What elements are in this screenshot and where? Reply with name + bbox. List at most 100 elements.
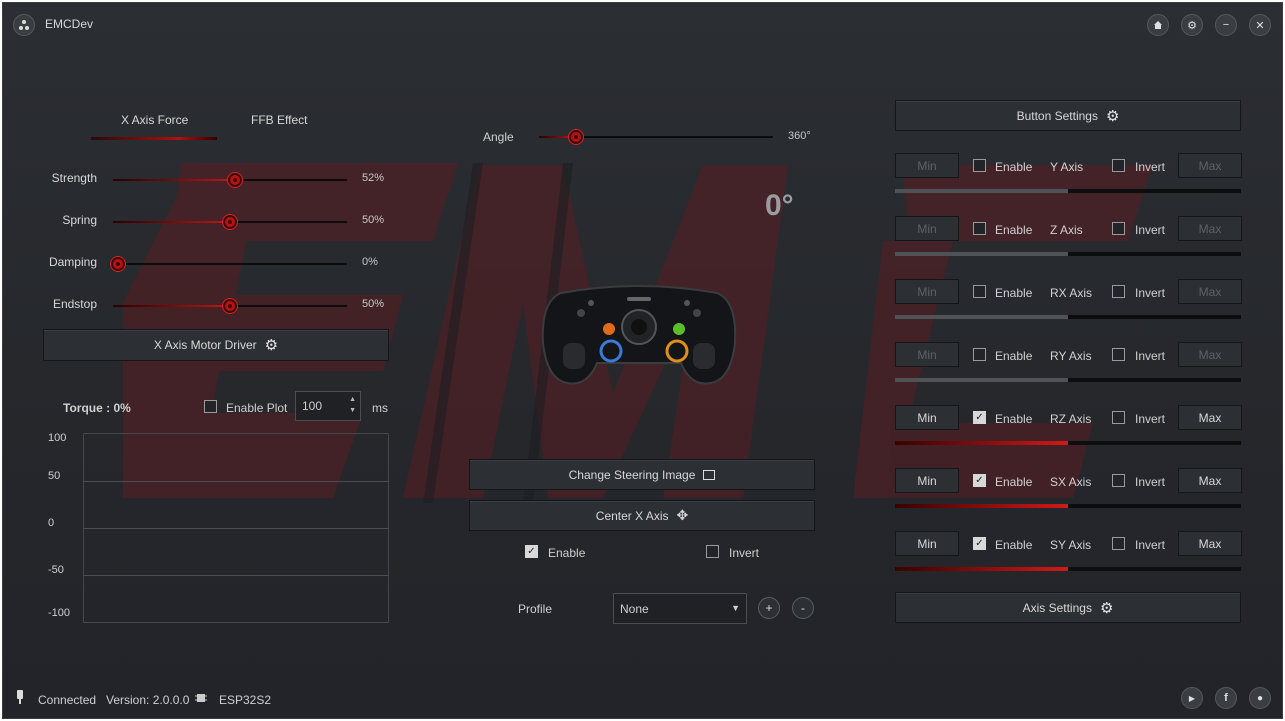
enable-plot-checkbox[interactable] — [204, 400, 217, 413]
center-x-axis-label: Center X Axis — [595, 508, 669, 523]
sy-axis-min-button[interactable]: Min — [895, 531, 959, 556]
rz-axis-min-button[interactable]: Min — [895, 405, 959, 430]
change-steering-image-button[interactable]: Change Steering Image — [469, 459, 815, 490]
rx-axis-invert-label: Invert — [1135, 286, 1166, 300]
minimize-button[interactable]: − — [1215, 14, 1237, 36]
sx-axis-enable-checkbox[interactable]: ✓ — [973, 474, 986, 487]
rx-axis-enable-label: Enable — [995, 286, 1033, 300]
home-button[interactable] — [1147, 14, 1169, 36]
rx-axis-level-fill — [895, 315, 1068, 319]
rx-axis-max-button[interactable]: Max — [1178, 279, 1242, 304]
slider-value-endstop: 50% — [362, 298, 385, 310]
steering-invert-checkbox[interactable] — [706, 545, 719, 558]
slider-knob[interactable] — [227, 173, 242, 187]
close-icon: ✕ — [1255, 19, 1265, 32]
rx-axis-min-button[interactable]: Min — [895, 279, 959, 304]
slider-damping[interactable] — [111, 257, 347, 271]
rz-axis-name: RZ Axis — [1050, 412, 1092, 426]
center-x-axis-button[interactable]: Center X Axis ✥ — [469, 500, 815, 531]
close-button[interactable]: ✕ — [1249, 14, 1271, 36]
window-title: EMCDev — [45, 17, 94, 31]
home-icon — [1154, 21, 1162, 29]
angle-label: Angle — [483, 130, 514, 144]
ry-axis-level-fill — [895, 378, 1068, 382]
ry-axis-enable-checkbox[interactable] — [973, 348, 986, 361]
settings-button[interactable]: ⚙ — [1181, 14, 1203, 36]
angle-slider-knob[interactable] — [569, 130, 584, 144]
z-axis-max-button[interactable]: Max — [1178, 216, 1242, 241]
z-axis-level-fill — [895, 252, 1068, 256]
plot-interval-spinbox[interactable]: 100 ▲ ▼ — [295, 391, 361, 421]
ry-axis-invert-checkbox[interactable] — [1112, 348, 1125, 361]
move-icon: ✥ — [676, 507, 689, 523]
z-axis-enable-checkbox[interactable] — [973, 222, 986, 235]
youtube-button[interactable]: ▶ — [1181, 687, 1203, 709]
y-axis-invert-checkbox[interactable] — [1112, 159, 1125, 172]
tab-ffb-effect[interactable]: FFB Effect — [251, 113, 307, 127]
motor-driver-label: X Axis Motor Driver — [153, 338, 257, 352]
image-icon — [703, 469, 716, 480]
sy-axis-invert-checkbox[interactable] — [1112, 537, 1125, 550]
slider-strength[interactable] — [113, 173, 347, 187]
rz-axis-enable-checkbox[interactable]: ✓ — [973, 411, 986, 424]
axis-settings-button[interactable]: Axis Settings ⚙ — [895, 592, 1241, 623]
add-profile-button[interactable]: + — [758, 597, 780, 619]
current-angle-display: 0° — [765, 189, 794, 222]
plot-interval-unit: ms — [372, 401, 388, 415]
z-axis-min-button[interactable]: Min — [895, 216, 959, 241]
z-axis-enable-label: Enable — [995, 223, 1033, 237]
y-axis-level-bar — [895, 189, 1241, 193]
sx-axis-invert-label: Invert — [1135, 475, 1166, 489]
sx-axis-invert-checkbox[interactable] — [1112, 474, 1125, 487]
slider-knob[interactable] — [223, 215, 237, 229]
rz-axis-max-button[interactable]: Max — [1178, 405, 1242, 430]
motor-driver-button[interactable]: X Axis Motor Driver ⚙ — [43, 329, 389, 361]
ry-axis-min-button[interactable]: Min — [895, 342, 959, 367]
rx-axis-level-bar — [895, 315, 1241, 319]
profile-select[interactable]: None ▼ — [613, 593, 747, 624]
rz-axis-invert-checkbox[interactable] — [1112, 411, 1125, 424]
slider-knob[interactable] — [111, 257, 125, 271]
ry-axis-level-bar — [895, 378, 1241, 382]
ry-axis-max-button[interactable]: Max — [1178, 342, 1242, 367]
slider-fill — [113, 305, 230, 307]
tab-x-axis-force[interactable]: X Axis Force — [121, 113, 188, 127]
z-axis-level-bar — [895, 252, 1241, 256]
facebook-icon: f — [1224, 692, 1228, 704]
sy-axis-max-button[interactable]: Max — [1178, 531, 1242, 556]
profile-label: Profile — [518, 602, 553, 616]
github-button[interactable]: ● — [1249, 687, 1271, 709]
slider-value-damping: 0% — [362, 256, 378, 268]
app-logo-icon — [13, 14, 35, 36]
enable-plot-label: Enable Plot — [226, 401, 288, 415]
angle-slider[interactable] — [539, 130, 773, 144]
facebook-button[interactable]: f — [1215, 687, 1237, 709]
slider-endstop[interactable] — [113, 299, 347, 313]
sy-axis-enable-checkbox[interactable]: ✓ — [973, 537, 986, 550]
ry-axis-enable-label: Enable — [995, 349, 1033, 363]
y-axis-enable-checkbox[interactable] — [973, 159, 986, 172]
button-settings-button[interactable]: Button Settings ⚙ — [895, 100, 1241, 131]
steering-enable-checkbox[interactable]: ✓ — [525, 545, 538, 558]
slider-label-endstop: Endstop — [52, 297, 97, 311]
sy-axis-level-fill — [895, 567, 1068, 571]
spin-arrows-icon[interactable]: ▲ ▼ — [349, 394, 356, 416]
minimize-icon: − — [1222, 19, 1230, 31]
gear-icon: ⚙ — [1105, 107, 1120, 125]
sx-axis-min-button[interactable]: Min — [895, 468, 959, 493]
remove-profile-button[interactable]: - — [792, 597, 814, 619]
sx-axis-max-button[interactable]: Max — [1178, 468, 1242, 493]
slider-knob[interactable] — [223, 299, 237, 313]
plot-ytick: 0 — [48, 517, 55, 529]
y-axis-min-button[interactable]: Min — [895, 153, 959, 178]
sx-axis-enable-label: Enable — [995, 475, 1033, 489]
rx-axis-invert-checkbox[interactable] — [1112, 285, 1125, 298]
plot-gridline — [84, 481, 388, 482]
sx-axis-level-bar — [895, 504, 1241, 508]
usb-plug-icon — [17, 690, 23, 704]
rx-axis-enable-checkbox[interactable] — [973, 285, 986, 298]
slider-spring[interactable] — [113, 215, 347, 229]
z-axis-invert-checkbox[interactable] — [1112, 222, 1125, 235]
y-axis-max-button[interactable]: Max — [1178, 153, 1242, 178]
y-axis-level-fill — [895, 189, 1068, 193]
